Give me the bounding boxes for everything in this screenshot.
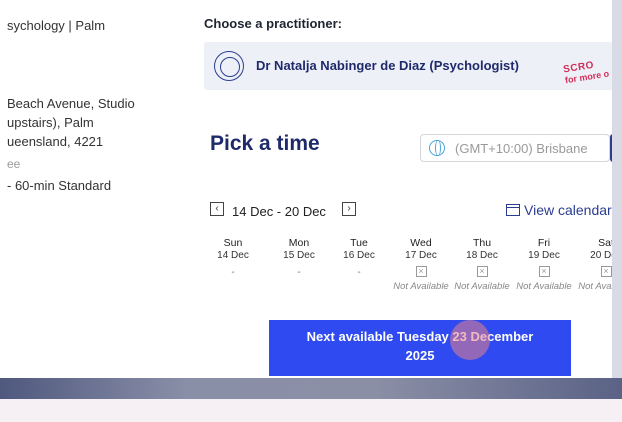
- calendar-icon[interactable]: [506, 204, 520, 216]
- scroll-hint: SCRO for more o: [563, 59, 610, 86]
- unavailable-icon: ×: [415, 266, 427, 277]
- fee-line: ee: [7, 157, 21, 171]
- session-type-line: - 60-min Standard: [7, 178, 112, 193]
- unavailable-icon: ×: [538, 266, 550, 277]
- practitioner-logo-icon: [214, 51, 244, 81]
- cursor-highlight: [450, 320, 490, 360]
- practitioner-name: Dr Natalja Nabinger de Diaz (Psychologis…: [256, 58, 519, 73]
- day-name: Sun: [223, 237, 243, 249]
- day-column-fri: Fri 19 Dec × Not Available: [514, 237, 574, 293]
- day-column-tue: Tue 16 Dec -: [329, 237, 389, 278]
- day-column-mon: Mon 15 Dec -: [269, 237, 329, 278]
- day-column-thu: Thu 18 Dec × Not Available: [452, 237, 512, 293]
- day-status: -: [231, 267, 235, 278]
- bottom-strip: [0, 399, 622, 422]
- clinic-name-line: sychology | Palm: [7, 18, 106, 33]
- next-available-button[interactable]: Next available Tuesday 23 December 2025: [269, 320, 571, 376]
- pick-a-time-heading: Pick a time: [210, 132, 320, 155]
- day-name: Fri: [537, 237, 551, 249]
- day-column-sun: Sun 14 Dec -: [203, 237, 263, 278]
- address-line-3: ueensland, 4221: [7, 134, 104, 149]
- choose-practitioner-label: Choose a practitioner:: [204, 16, 342, 31]
- day-date: 18 Dec: [466, 250, 498, 261]
- day-name: Tue: [350, 237, 368, 249]
- address-line-2: upstairs), Palm: [7, 115, 94, 130]
- next-available-line-2: 2025: [405, 348, 435, 363]
- practitioner-selector[interactable]: Dr Natalja Nabinger de Diaz (Psychologis…: [204, 42, 622, 90]
- day-date: 16 Dec: [343, 250, 375, 261]
- page-edge: [612, 0, 622, 378]
- day-status: Not Available: [516, 281, 572, 292]
- globe-icon: [429, 140, 445, 156]
- booking-panel: Choose a practitioner: Dr Natalja Nabing…: [178, 0, 622, 378]
- day-name: Mon: [288, 237, 310, 249]
- next-week-button[interactable]: ›: [342, 202, 356, 216]
- week-range-label: 14 Dec - 20 Dec: [232, 204, 326, 219]
- day-date: 15 Dec: [283, 250, 315, 261]
- unavailable-icon: ×: [476, 266, 488, 277]
- timezone-text: (GMT+10:00) Brisbane: [455, 141, 588, 156]
- day-column-wed: Wed 17 Dec × Not Available: [391, 237, 451, 293]
- next-available-line-1: Next available Tuesday 23 December: [306, 329, 534, 344]
- day-status: -: [297, 267, 301, 278]
- timezone-selector[interactable]: (GMT+10:00) Brisbane: [420, 134, 610, 162]
- day-name: Thu: [472, 237, 492, 249]
- day-status: Not Available: [454, 281, 510, 292]
- day-date: 14 Dec: [217, 250, 249, 261]
- day-status: -: [357, 267, 361, 278]
- view-calendar-link[interactable]: View calendar: [524, 202, 612, 218]
- day-status: Not Available: [393, 281, 449, 292]
- previous-week-button[interactable]: ‹: [210, 202, 224, 216]
- unavailable-icon: ×: [600, 266, 612, 277]
- day-name: Wed: [410, 237, 432, 249]
- footer-banner: [0, 378, 622, 399]
- day-date: 17 Dec: [405, 250, 437, 261]
- address-line-1: Beach Avenue, Studio: [7, 96, 135, 111]
- clinic-info-panel: sychology | Palm Beach Avenue, Studio up…: [0, 0, 178, 378]
- day-date: 19 Dec: [528, 250, 560, 261]
